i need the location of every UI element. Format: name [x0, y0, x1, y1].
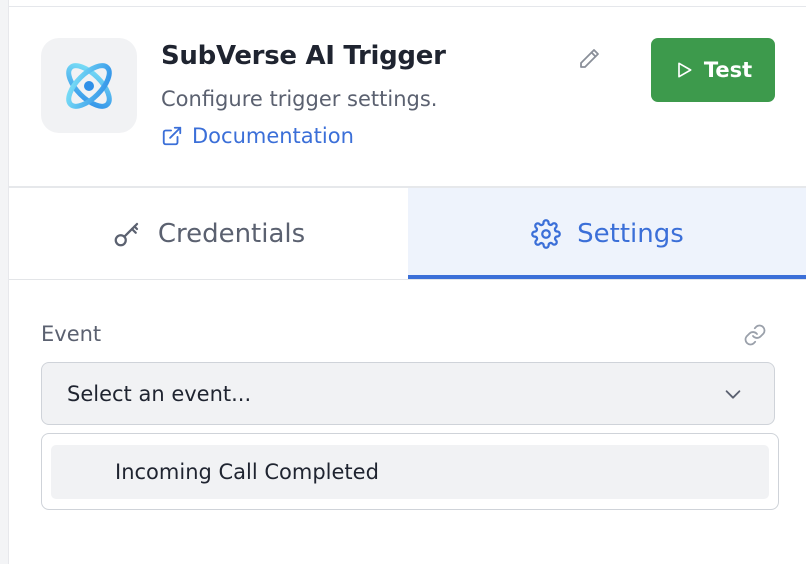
chevron-down-icon [725, 390, 741, 399]
event-options-dropdown: Incoming Call Completed [41, 433, 779, 510]
documentation-label: Documentation [192, 124, 354, 148]
gear-icon [531, 218, 562, 249]
tabs-divider [9, 279, 806, 280]
trigger-subtitle: Configure trigger settings. [161, 87, 438, 111]
external-link-icon [162, 126, 182, 146]
pencil-icon [580, 49, 599, 68]
test-button-label: Test [703, 58, 753, 82]
trigger-settings-panel: SubVerse AI Trigger Configure trigger se… [8, 0, 806, 564]
key-icon [114, 222, 138, 246]
tab-settings-label: Settings [577, 218, 684, 249]
trigger-title: SubVerse AI Trigger [161, 41, 446, 71]
tab-settings[interactable]: Settings [408, 188, 806, 279]
left-edge-strip [0, 0, 8, 564]
top-divider [9, 6, 806, 7]
test-button[interactable]: Test [651, 38, 775, 102]
event-select-placeholder: Select an event... [67, 381, 252, 406]
link-icon [744, 324, 766, 346]
tab-credentials[interactable]: Credentials [9, 188, 408, 279]
documentation-link[interactable]: Documentation [161, 124, 354, 148]
event-field-label: Event [41, 322, 102, 346]
subverse-logo-icon [66, 62, 112, 109]
event-select[interactable]: Select an event... [41, 362, 775, 425]
app-logo-tile [41, 38, 137, 133]
play-icon [677, 62, 692, 78]
tab-credentials-label: Credentials [157, 218, 306, 249]
map-field-button[interactable] [742, 322, 768, 348]
event-option[interactable]: Incoming Call Completed [51, 445, 769, 499]
edit-title-button[interactable] [574, 44, 604, 74]
